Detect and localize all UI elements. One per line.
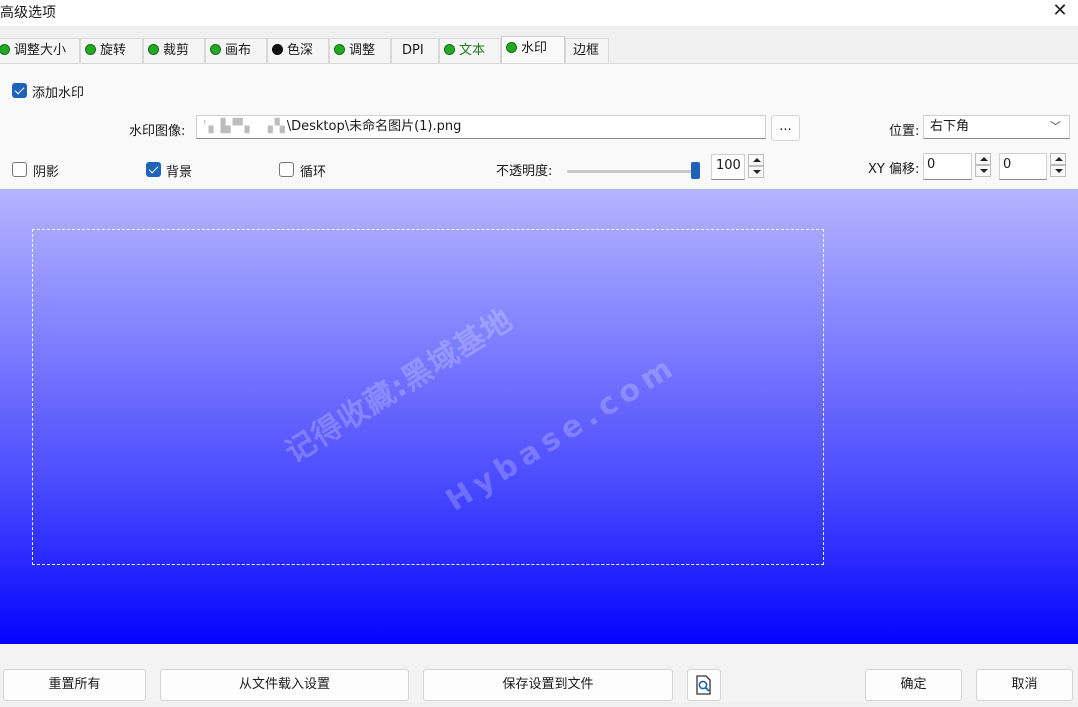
- status-dot-icon: [444, 44, 455, 55]
- tab-crop[interactable]: 裁剪: [143, 38, 205, 63]
- offset-x-spinner[interactable]: [975, 153, 991, 178]
- tab-color-depth[interactable]: 色深: [267, 38, 329, 63]
- add-watermark-checkbox[interactable]: [12, 83, 27, 98]
- tab-adjust[interactable]: 调整: [329, 38, 391, 63]
- offset-y-input[interactable]: 0: [999, 153, 1047, 180]
- cancel-button[interactable]: 取消: [976, 669, 1073, 701]
- spin-up-icon[interactable]: [1050, 153, 1066, 165]
- tab-label: 边框: [573, 43, 600, 58]
- tab-watermark[interactable]: 水印: [501, 36, 565, 63]
- close-icon[interactable]: ✕: [1050, 0, 1070, 22]
- ok-button[interactable]: 确定: [865, 669, 962, 701]
- tab-rotate[interactable]: 旋转: [80, 38, 143, 63]
- spin-down-icon[interactable]: [975, 165, 991, 177]
- offset-y-spinner[interactable]: [1050, 153, 1066, 178]
- selection-rectangle[interactable]: [32, 229, 824, 565]
- opacity-label: 不透明度:: [496, 164, 553, 179]
- status-dot-icon: [148, 44, 159, 55]
- loop-label: 循环: [300, 165, 327, 180]
- tab-label: 文本: [459, 43, 486, 58]
- position-label: 位置:: [889, 124, 920, 139]
- spin-down-icon[interactable]: [748, 166, 764, 178]
- xy-offset-label: XY 偏移:: [868, 162, 920, 177]
- chevron-down-icon: ﹀: [1050, 120, 1061, 133]
- load-settings-button[interactable]: 从文件载入设置: [160, 669, 409, 701]
- preview-button[interactable]: [687, 669, 721, 701]
- offset-x-input[interactable]: 0: [923, 153, 972, 180]
- tab-label: 画布: [225, 43, 252, 58]
- tab-dpi[interactable]: DPI: [391, 38, 439, 63]
- watermark-image-path-input[interactable]: '▖▙▀▖ ▗▚\Desktop\未命名图片(1).png: [196, 115, 766, 139]
- tab-text[interactable]: 文本: [439, 38, 501, 63]
- save-settings-button[interactable]: 保存设置到文件: [423, 669, 673, 701]
- tab-label: 水印: [521, 41, 548, 56]
- add-watermark-label: 添加水印: [32, 86, 85, 101]
- tab-label: 调整大小: [14, 43, 67, 58]
- status-dot-icon: [272, 44, 283, 55]
- position-select[interactable]: 右下角 ﹀: [923, 115, 1070, 139]
- status-dot-icon: [210, 44, 221, 55]
- opacity-slider-thumb[interactable]: [691, 162, 700, 179]
- status-dot-icon: [85, 44, 96, 55]
- reset-all-button[interactable]: 重置所有: [3, 669, 146, 701]
- title-bar: 高级选项 ✕: [0, 0, 1078, 26]
- browse-button[interactable]: ...: [771, 115, 800, 141]
- tab-canvas[interactable]: 画布: [205, 38, 267, 63]
- position-value: 右下角: [930, 119, 970, 134]
- spin-up-icon[interactable]: [748, 154, 764, 166]
- tab-bar: 调整大小 旋转 裁剪 画布 色深 调整 DPI 文本 水印 边框: [0, 36, 1078, 64]
- watermark-image-label: 水印图像:: [129, 124, 186, 139]
- background-label: 背景: [166, 165, 193, 180]
- path-text: \Desktop\未命名图片(1).png: [286, 119, 462, 134]
- status-dot-icon: [334, 44, 345, 55]
- path-redacted-prefix: '▖▙▀▖ ▗▚: [203, 119, 287, 134]
- tab-label: 裁剪: [163, 43, 190, 58]
- tab-label: 色深: [287, 43, 314, 58]
- spin-down-icon[interactable]: [1050, 165, 1066, 177]
- status-dot-icon: [0, 44, 10, 55]
- opacity-slider-track[interactable]: [567, 170, 697, 173]
- tab-label: 调整: [349, 43, 376, 58]
- shadow-label: 阴影: [33, 165, 60, 180]
- spin-up-icon[interactable]: [975, 153, 991, 165]
- preview-zoom-icon: [696, 675, 711, 695]
- tab-label: DPI: [402, 43, 424, 58]
- tab-resize[interactable]: 调整大小: [0, 38, 80, 63]
- tab-border[interactable]: 边框: [565, 38, 609, 63]
- window-title: 高级选项: [0, 5, 56, 21]
- status-dot-icon: [506, 42, 517, 53]
- loop-checkbox[interactable]: [279, 162, 294, 177]
- shadow-checkbox[interactable]: [12, 162, 27, 177]
- opacity-spinner[interactable]: [748, 154, 764, 179]
- preview-canvas[interactable]: 记得收藏:黑域基地 Hybase.com: [0, 189, 1078, 644]
- background-checkbox[interactable]: [146, 162, 161, 177]
- opacity-value-input[interactable]: 100: [711, 154, 745, 180]
- tab-label: 旋转: [100, 43, 127, 58]
